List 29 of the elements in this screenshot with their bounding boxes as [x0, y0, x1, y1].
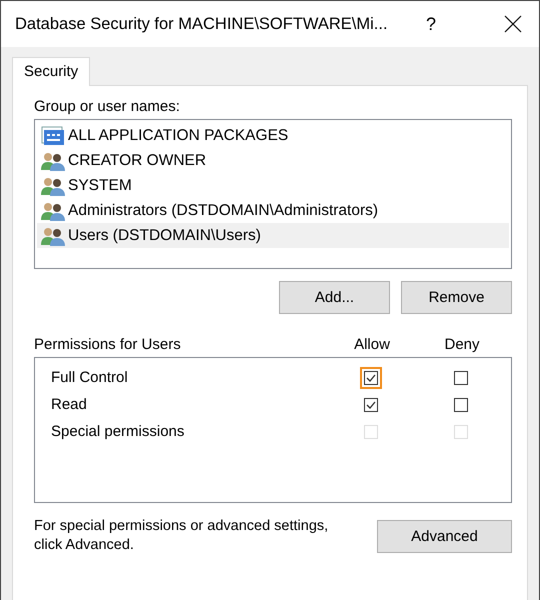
- help-button[interactable]: ?: [411, 14, 451, 34]
- checkbox[interactable]: [364, 370, 378, 384]
- tab[interactable]: Security: [12, 57, 90, 86]
- column-header: Deny: [443, 336, 481, 353]
- checkbox[interactable]: [454, 398, 468, 412]
- column-header: Allow: [353, 336, 391, 353]
- application-icon: [41, 126, 65, 146]
- add-button[interactable]: Add...: [279, 281, 390, 314]
- users-icon: [41, 226, 65, 246]
- advanced-button[interactable]: Advanced: [377, 520, 512, 552]
- list-item[interactable]: CREATOR OWNER: [37, 148, 509, 173]
- checkbox[interactable]: [364, 398, 378, 412]
- checkbox[interactable]: [454, 370, 468, 384]
- window-title: Database Security for MACHINE\SOFTWARE\Mi...: [15, 14, 389, 34]
- close-icon: [504, 15, 522, 33]
- permission-name: Full Control: [51, 369, 129, 386]
- list-item[interactable]: ALL APPLICATION PACKAGES: [37, 123, 509, 148]
- users-icon: [41, 176, 65, 196]
- list-item[interactable]: SYSTEM: [37, 173, 509, 198]
- list-item[interactable]: Users (DSTDOMAIN\Users): [37, 223, 509, 248]
- section-label: Permissions for Users: [34, 336, 182, 353]
- permission-name: Read: [51, 396, 88, 413]
- users-icon: [41, 150, 65, 170]
- permission-name: Special permissions: [51, 423, 186, 440]
- list-item[interactable]: Administrators (DSTDOMAIN\Administrators): [37, 198, 509, 223]
- users-icon: [41, 200, 65, 220]
- remove-button[interactable]: Remove: [401, 281, 512, 314]
- section-label: Group or user names:: [34, 98, 181, 115]
- advanced-note: For special permissions or advanced settings, click Advanced.: [34, 517, 330, 555]
